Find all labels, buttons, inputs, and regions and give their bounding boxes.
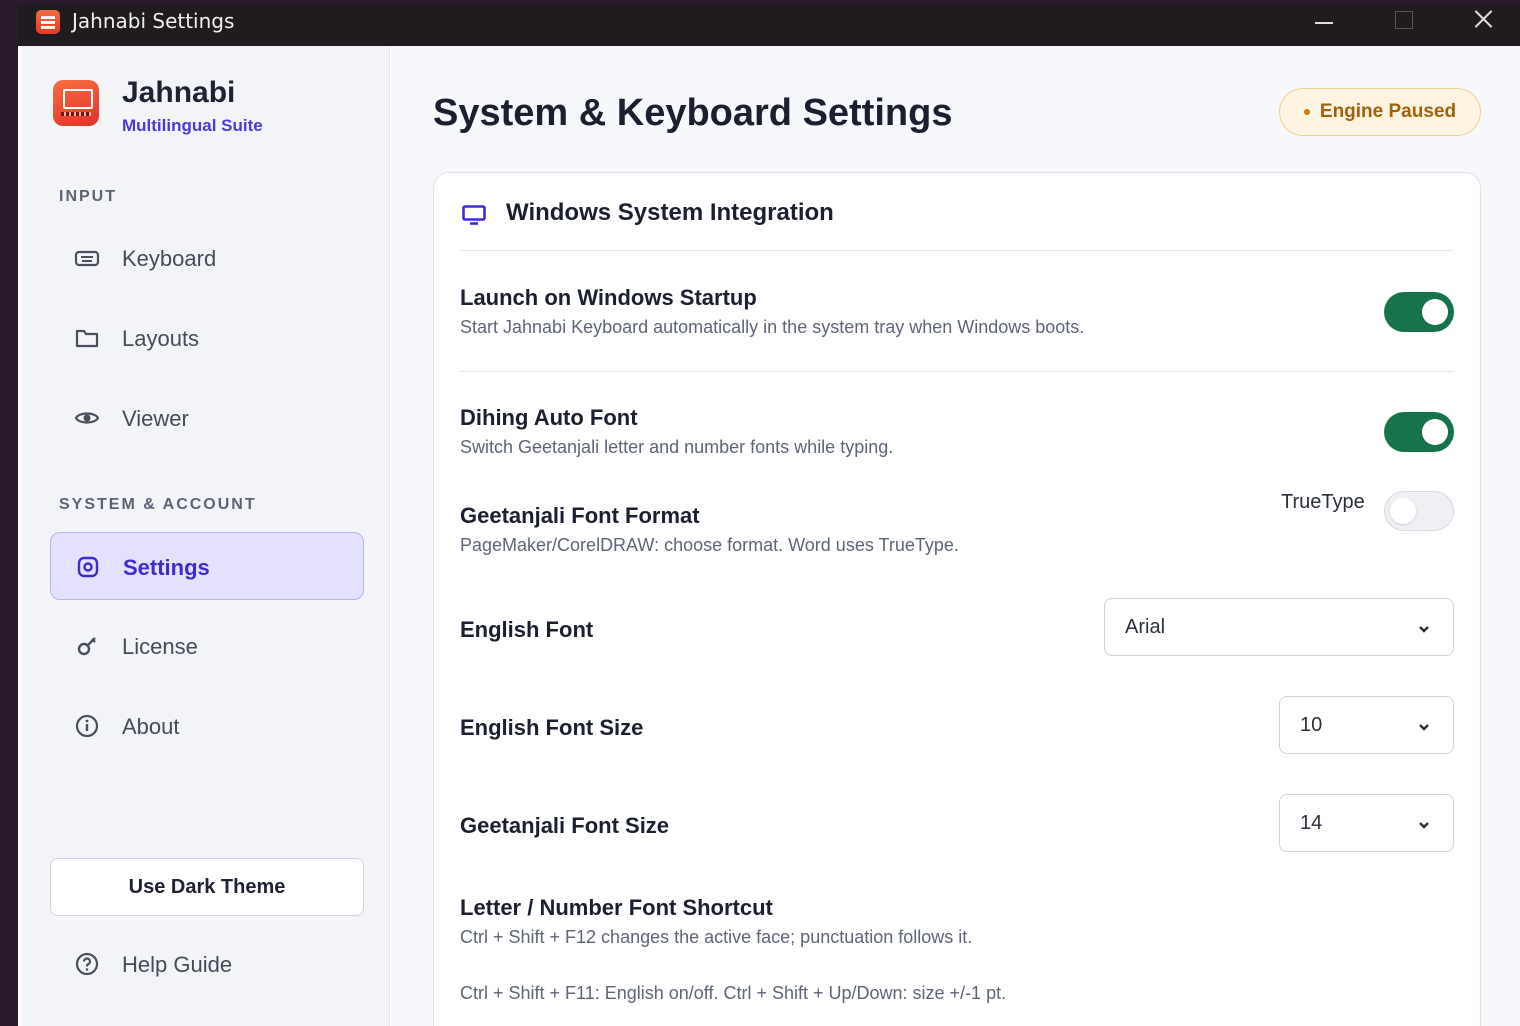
setting-description: Ctrl + Shift + F12 changes the active fa… [460,927,973,947]
launch-startup-toggle[interactable] [1384,292,1454,332]
brand-name: Jahnabi [122,76,236,109]
page-title: System & Keyboard Settings [433,92,953,134]
sidebar-item-label: License [122,634,198,659]
brand-logo-icon [53,80,99,126]
chevron-down-icon [1417,817,1431,829]
info-icon [74,714,100,738]
select-value: Arial [1125,616,1166,638]
setting-title: Letter / Number Font Shortcut [460,895,773,920]
select-value: 10 [1300,714,1323,736]
title-bar: Jahnabi Settings [18,4,1520,46]
shortcut-note: Ctrl + Shift + F11: English on/off. Ctrl… [460,983,1007,1003]
sidebar: Jahnabi Multilingual Suite INPUT Keyboar… [22,46,390,1026]
auto-font-toggle[interactable] [1384,412,1454,452]
sidebar-item-label: About [122,714,180,739]
sidebar-item-license[interactable]: License [50,612,364,680]
sidebar-item-about[interactable]: About [50,692,364,760]
chevron-down-icon [1417,621,1431,633]
select-value: 14 [1300,812,1323,834]
status-badge-label: Engine Paused [1319,101,1457,122]
brand-subtitle: Multilingual Suite [122,116,263,135]
setting-title: Geetanjali Font Format [460,503,700,528]
folder-icon [74,326,100,350]
app-window: Jahnabi Settings Jahnabi Multilingual Su… [18,4,1520,1026]
sidebar-item-viewer[interactable]: Viewer [50,384,364,452]
sidebar-item-settings[interactable]: Settings [50,532,364,600]
setting-title: Geetanjali Font Size [460,813,670,838]
section-label-system: SYSTEM & ACCOUNT [59,496,257,513]
setting-description: PageMaker/CorelDRAW: choose format. Word… [460,535,959,555]
sidebar-item-keyboard[interactable]: Keyboard [50,224,364,292]
english-font-size-select[interactable]: 10 [1279,696,1454,754]
geetanjali-font-size-select[interactable]: 14 [1279,794,1454,852]
monitor-icon [462,205,486,225]
maximize-button[interactable] [1374,4,1434,42]
sidebar-item-label: Settings [123,555,210,580]
sidebar-item-layouts[interactable]: Layouts [50,304,364,372]
setting-font-shortcut: Letter / Number Font Shortcut Ctrl + Shi… [460,895,1454,1015]
section-label-input: INPUT [59,188,117,205]
setting-title: English Font [460,617,594,642]
status-badge: Engine Paused [1279,88,1481,136]
sidebar-item-label: Help Guide [122,952,233,977]
status-dot-icon [1303,109,1310,115]
dark-theme-button[interactable]: Use Dark Theme [50,858,364,916]
sidebar-item-help-guide[interactable]: Help Guide [50,930,364,998]
setting-auto-font: Dihing Auto Font Switch Geetanjali lette… [460,405,1454,465]
main-content: System & Keyboard Settings Engine Paused… [391,46,1520,1026]
card-header: Windows System Integration [460,199,1454,251]
sidebar-item-label: Layouts [122,326,200,351]
sidebar-item-label: Keyboard [122,246,217,271]
gear-icon [75,555,101,579]
window-title: Jahnabi Settings [72,9,235,33]
setting-title: Launch on Windows Startup [460,285,757,310]
keyboard-icon [74,246,100,270]
setting-description: Switch Geetanjali letter and number font… [460,437,894,457]
app-logo-icon [36,10,60,34]
truetype-label: TrueType [1281,491,1365,513]
english-font-select[interactable]: Arial [1104,598,1454,656]
chevron-down-icon [1417,719,1431,731]
divider [460,371,1454,372]
setting-description: Start Jahnabi Keyboard automatically in … [460,317,1085,337]
setting-title: English Font Size [460,715,644,740]
setting-launch-startup: Launch on Windows Startup Start Jahnabi … [460,285,1454,345]
card-title: Windows System Integration [506,199,834,226]
eye-icon [74,406,100,430]
help-circle-icon [74,952,100,976]
truetype-toggle[interactable] [1384,491,1454,531]
minimize-button[interactable] [1294,4,1354,42]
settings-card: Windows System Integration Launch on Win… [433,172,1481,1026]
sidebar-item-label: Viewer [122,406,189,431]
close-button[interactable] [1454,4,1514,42]
key-icon [74,634,100,658]
setting-title: Dihing Auto Font [460,405,638,430]
